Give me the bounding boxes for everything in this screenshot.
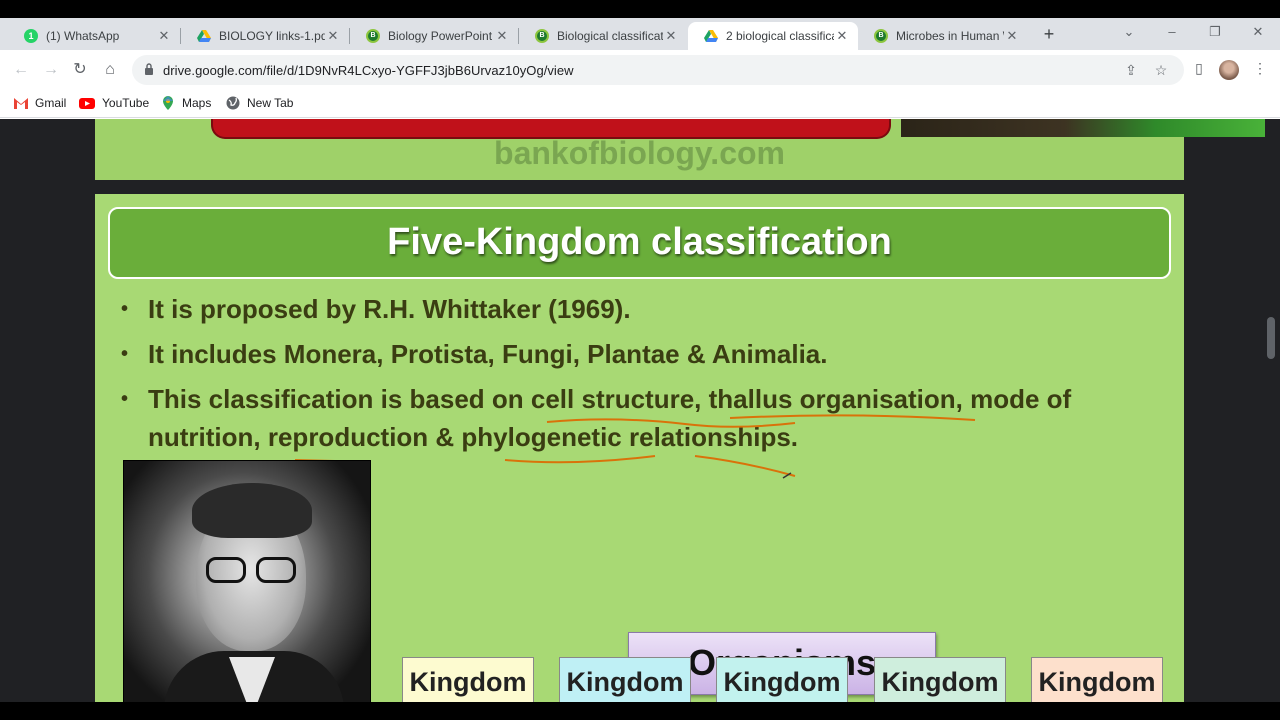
kingdom-label: Kingdom Protista — [566, 667, 684, 702]
kingdom-box: Kingdom Plantae — [874, 657, 1006, 702]
bookmark-label: Maps — [182, 96, 212, 110]
share-icon[interactable]: ⇪ — [1122, 62, 1140, 79]
bullet-text: It is proposed by R.H. Whittaker (1969). — [148, 294, 631, 324]
globe-icon — [226, 96, 240, 110]
tab-title: Biological classificatio — [557, 29, 663, 43]
url-text[interactable]: drive.google.com/file/d/1D9NvR4LCxyo-YGF… — [163, 63, 574, 78]
tab-search-icon[interactable]: ⌄ — [1117, 24, 1141, 40]
kingdom-label: Kingdom Monera — [409, 667, 527, 702]
kingdom-box: Kingdom Protista — [559, 657, 691, 702]
reload-icon[interactable]: ↻ — [70, 60, 90, 80]
kingdom-box: Kingdom Monera — [402, 657, 534, 702]
bookmark-label: New Tab — [247, 96, 294, 110]
bookmark-label: YouTube — [102, 96, 150, 110]
lock-icon — [145, 63, 153, 75]
bookmark-maps[interactable]: Maps — [161, 96, 211, 110]
tab-title: Microbes in Human W — [896, 29, 1004, 43]
pdf-viewer[interactable]: bankofbiology.com Five-Kingdom classific… — [0, 119, 1280, 702]
previous-slide: bankofbiology.com — [95, 119, 1265, 180]
home-icon[interactable]: ⌂ — [100, 60, 120, 80]
kingdom-label: Kingdom Fungi — [723, 667, 841, 702]
kingdom-box: Kingdom Fungi — [716, 657, 848, 702]
whatsapp-icon: 1 — [24, 29, 38, 43]
browser-window: 1 (1) WhatsApp ✕ BIOLOGY links-1.pdf - ✕… — [0, 18, 1280, 702]
avatar[interactable] — [1219, 60, 1239, 80]
tab-microbes[interactable]: B Microbes in Human W ✕ — [858, 22, 1028, 50]
tab-2-biological-classification[interactable]: 2 biological classificat ✕ — [688, 22, 858, 50]
menu-dots-icon[interactable]: ⋮ — [1250, 60, 1270, 77]
tab-strip: 1 (1) WhatsApp ✕ BIOLOGY links-1.pdf - ✕… — [0, 18, 1280, 50]
slide-title-bar: Five-Kingdom classification — [108, 207, 1171, 279]
tab-biological-classification[interactable]: B Biological classificatio ✕ — [519, 22, 687, 50]
bookmarks-bar: Gmail YouTube Maps New Tab — [0, 90, 1280, 118]
kingdom-label: Kingdom Animalia — [1038, 667, 1156, 702]
address-bar[interactable]: drive.google.com/file/d/1D9NvR4LCxyo-YGF… — [132, 55, 1184, 85]
bullet-dot-icon: • — [121, 388, 129, 410]
side-panel-icon[interactable]: ▯ — [1189, 60, 1209, 77]
close-icon[interactable]: ✕ — [494, 28, 510, 44]
bullet-text: It includes Monera, Protista, Fungi, Pla… — [148, 339, 828, 369]
scrollbar-thumb[interactable] — [1267, 317, 1275, 359]
bookmark-star-icon[interactable]: ☆ — [1152, 62, 1170, 79]
bookmark-gmail[interactable]: Gmail — [14, 96, 66, 110]
bookmark-label: Gmail — [35, 96, 67, 110]
whittaker-portrait — [123, 460, 371, 702]
minimize-icon[interactable]: – — [1160, 24, 1184, 39]
tab-title: Biology PowerPoint P — [388, 29, 494, 43]
back-arrow-icon[interactable]: ← — [11, 60, 31, 80]
restore-icon[interactable]: ❐ — [1203, 24, 1227, 40]
toolbar: ← → ↻ ⌂ drive.google.com/file/d/1D9NvR4L… — [0, 50, 1280, 90]
google-drive-icon — [197, 30, 211, 42]
tab-whatsapp[interactable]: 1 (1) WhatsApp ✕ — [8, 22, 180, 50]
close-icon[interactable]: ✕ — [1004, 28, 1020, 44]
gmail-icon — [14, 97, 28, 109]
bullet-item: • It is proposed by R.H. Whittaker (1969… — [121, 290, 631, 328]
tab-title: (1) WhatsApp — [46, 29, 120, 43]
bankofbiology-icon: B — [874, 29, 888, 43]
bullet-item: • It includes Monera, Protista, Fungi, P… — [121, 335, 828, 373]
bankofbiology-icon: B — [366, 29, 380, 43]
youtube-icon — [79, 97, 95, 109]
bullet-dot-icon: • — [121, 298, 129, 320]
bookmark-new-tab[interactable]: New Tab — [226, 96, 293, 110]
bankofbiology-icon: B — [535, 29, 549, 43]
google-drive-icon — [704, 30, 718, 42]
tab-title: BIOLOGY links-1.pdf - — [219, 29, 325, 43]
tab-biology-links[interactable]: BIOLOGY links-1.pdf - ✕ — [181, 22, 349, 50]
kingdom-box: Kingdom Animalia — [1031, 657, 1163, 702]
current-slide: Five-Kingdom classification • It is prop… — [95, 194, 1184, 702]
window-close-icon[interactable]: ✕ — [1246, 24, 1270, 40]
forward-arrow-icon[interactable]: → — [41, 60, 61, 80]
close-icon[interactable]: ✕ — [663, 28, 679, 44]
kingdom-label: Kingdom Plantae — [881, 667, 999, 702]
tab-title: 2 biological classificat — [726, 29, 834, 43]
close-icon[interactable]: ✕ — [156, 28, 172, 44]
bullet-dot-icon: • — [121, 343, 129, 365]
bookmark-youtube[interactable]: YouTube — [79, 96, 149, 110]
watermark: bankofbiology.com — [494, 135, 785, 171]
bullet-text: This classification is based on cell str… — [148, 384, 1072, 452]
tab-biology-powerpoint[interactable]: B Biology PowerPoint P ✕ — [350, 22, 518, 50]
maps-icon — [163, 96, 173, 110]
close-icon[interactable]: ✕ — [325, 28, 341, 44]
bullet-item: • This classification is based on cell s… — [121, 380, 1161, 456]
new-tab-icon[interactable]: + — [1040, 25, 1058, 43]
slide-title: Five-Kingdom classification — [387, 221, 892, 263]
close-icon[interactable]: ✕ — [834, 28, 850, 44]
